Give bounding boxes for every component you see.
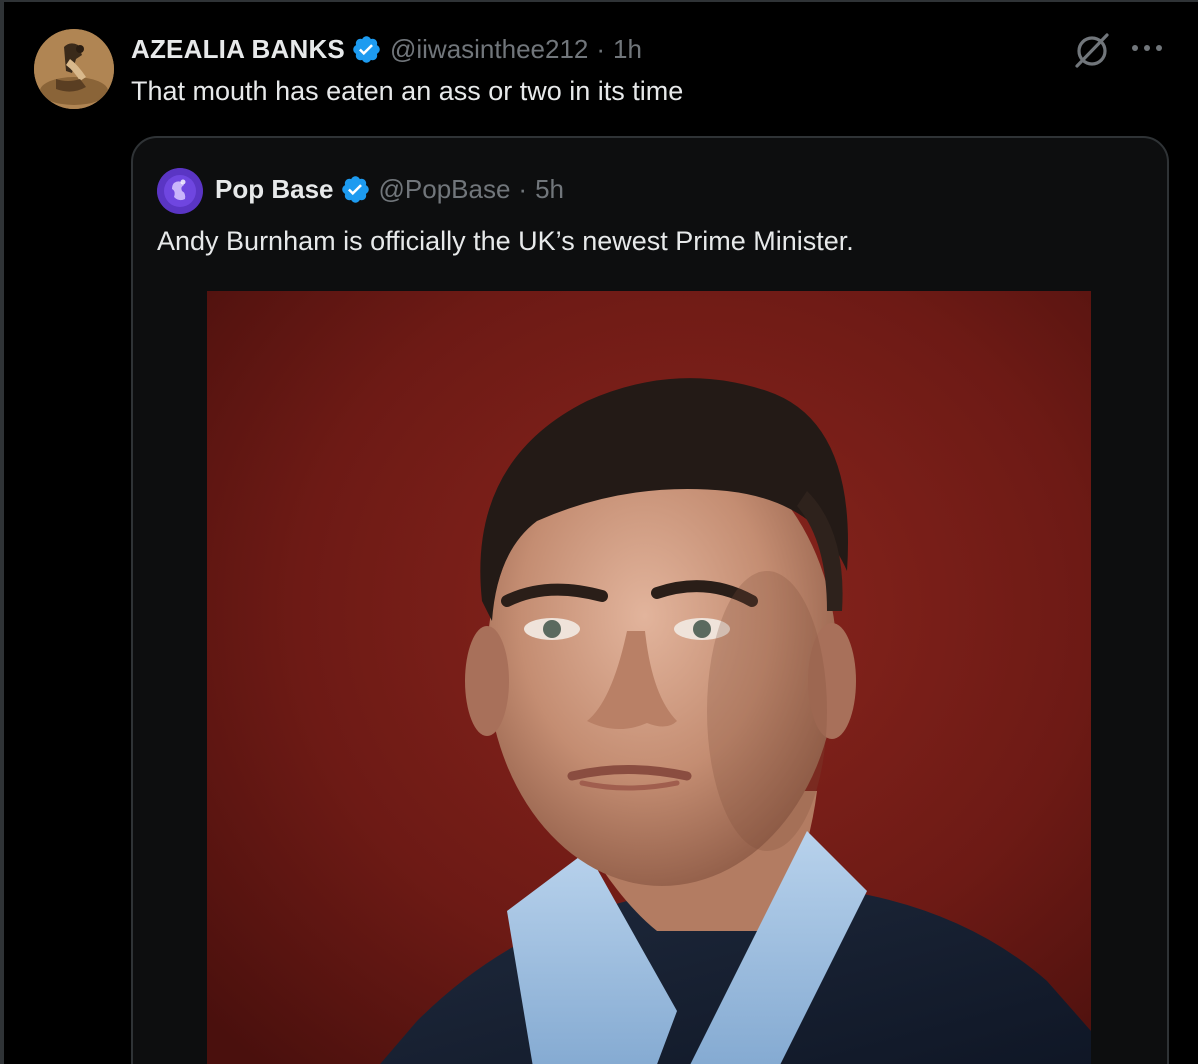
quoted-tweet-timestamp[interactable]: 5h (535, 174, 564, 205)
top-divider (0, 0, 1198, 2)
tweet-timestamp[interactable]: 1h (613, 34, 642, 65)
quoted-author-avatar[interactable] (157, 168, 203, 214)
quoted-tweet-card[interactable]: Pop Base @PopBase · 5h Andy Burnham is o… (131, 136, 1169, 1064)
quoted-author-display-name[interactable]: Pop Base (215, 174, 334, 205)
author-avatar-image (34, 29, 114, 109)
tweet-header: AZEALIA BANKS @iiwasinthee212 · 1h (131, 33, 642, 65)
quoted-verified-badge-icon[interactable] (340, 174, 371, 205)
author-avatar[interactable] (34, 29, 114, 109)
author-display-name[interactable]: AZEALIA BANKS (131, 34, 345, 65)
tweet-screen: AZEALIA BANKS @iiwasinthee212 · 1h That … (0, 0, 1198, 1064)
quoted-author-handle[interactable]: @PopBase (379, 174, 511, 205)
quoted-tweet-text: Andy Burnham is officially the UK’s newe… (157, 226, 854, 256)
tweet-text: That mouth has eaten an ass or two in it… (131, 76, 684, 106)
portrait-photo (207, 291, 1091, 1064)
quoted-tweet-photo[interactable] (207, 291, 1091, 1064)
header-separator: · (596, 33, 606, 64)
quoted-author-avatar-image (157, 168, 203, 214)
quoted-header-separator: · (518, 173, 528, 204)
author-handle[interactable]: @iiwasinthee212 (390, 34, 588, 65)
more-options-icon[interactable] (1129, 38, 1165, 58)
left-divider (0, 0, 4, 1064)
verified-badge-icon[interactable] (351, 34, 382, 65)
quoted-tweet-header: Pop Base @PopBase · 5h (215, 172, 564, 206)
grok-icon[interactable] (1070, 30, 1114, 70)
